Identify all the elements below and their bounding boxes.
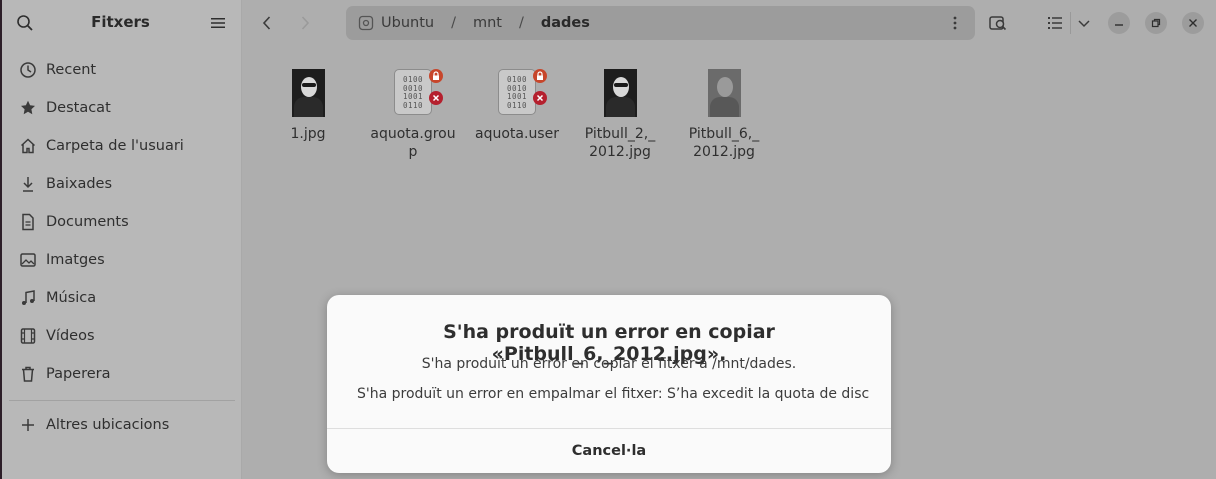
minimize-button[interactable] [1108,12,1130,34]
sidebar-item-videos[interactable]: Vídeos [0,317,241,355]
search-files-icon[interactable] [988,13,1008,33]
sidebar-other-locations-section: Altres ubicacions [0,406,241,444]
sidebar-item-other-locations[interactable]: Altres ubicacions [0,406,241,444]
file-item[interactable]: 0100 0010 1001 0110 aquota.user [467,69,567,143]
file-item[interactable]: 1.jpg [258,69,358,143]
app-title: Fitxers [91,13,150,31]
path-segment-mnt[interactable]: mnt [473,15,502,31]
dialog-message: S'ha produït un error en copiar el fitxe… [421,356,797,372]
plus-icon [19,416,37,434]
sidebar-item-home[interactable]: Carpeta de l'usuari [0,127,241,165]
sidebar-item-label: Baixades [46,176,113,192]
lock-icon [429,69,443,83]
image-thumbnail [699,69,749,119]
list-view-icon[interactable] [1045,13,1065,33]
path-segment-label: Ubuntu [381,15,435,31]
chevron-down-icon[interactable] [1074,13,1094,33]
file-name: Pitbull_6,_2012.jpg [688,126,760,160]
close-icon [1189,19,1197,27]
path-segment-label: mnt [472,15,502,31]
header-bar: Ubuntu / mnt / dades [242,0,1216,46]
sidebar-item-label: Paperera [46,366,111,382]
more-options-icon[interactable] [947,15,963,31]
restore-icon [1151,18,1161,28]
lock-icon [533,69,547,83]
sidebar: Fitxers Recent Destacat Carpeta de l'usu… [0,0,242,479]
file-name: 1.jpg [290,126,326,142]
path-segment-current[interactable]: dades [541,15,590,31]
path-segment-label: dades [540,15,590,31]
sidebar-places: Recent Destacat Carpeta de l'usuari Baix… [0,51,241,393]
sidebar-item-documents[interactable]: Documents [0,203,241,241]
path-separator: / [518,15,524,31]
video-icon [19,327,37,345]
file-item[interactable]: Pitbull_6,_2012.jpg [674,69,774,161]
sidebar-divider [9,400,235,401]
window-edge [0,0,2,479]
file-item[interactable]: Pitbull_2,_2012.jpg [570,69,670,161]
file-name: aquota.group [370,126,456,160]
back-icon[interactable] [257,13,277,33]
file-item[interactable]: 0100 0010 1001 0110 aquota.group [363,69,463,161]
file-manager-window: Fitxers Recent Destacat Carpeta de l'usu… [0,0,1216,479]
error-dialog: S'ha produït un error en copiar «Pitbull… [327,295,891,473]
path-segment-ubuntu[interactable]: Ubuntu [358,15,434,31]
restore-button[interactable] [1145,12,1167,34]
path-bar: Ubuntu / mnt / dades [346,6,975,40]
image-thumbnail [595,69,645,119]
document-icon [19,213,37,231]
clock-icon [19,61,37,79]
error-icon [429,91,443,105]
drive-icon [358,15,374,31]
star-icon [19,99,37,117]
sidebar-item-trash[interactable]: Paperera [0,355,241,393]
sidebar-item-pictures[interactable]: Imatges [0,241,241,279]
image-icon [19,251,37,269]
dialog-detail: S'ha produït un error en empalmar el fit… [357,386,870,402]
cancel-button[interactable]: Cancel·la [327,429,891,473]
sidebar-item-label: Documents [46,214,129,230]
home-icon [19,137,37,155]
sidebar-item-music[interactable]: Música [0,279,241,317]
sidebar-item-starred[interactable]: Destacat [0,89,241,127]
sidebar-item-label: Carpeta de l'usuari [46,138,184,154]
music-icon [19,289,37,307]
file-name: Pitbull_2,_2012.jpg [584,126,656,160]
trash-icon [19,365,37,383]
sidebar-item-downloads[interactable]: Baixades [0,165,241,203]
forward-icon[interactable] [295,13,315,33]
sidebar-item-label: Música [46,290,97,306]
sidebar-header: Fitxers [0,0,241,46]
path-separator: / [451,15,456,31]
sidebar-item-label: Destacat [46,100,111,116]
binary-file-icon: 0100 0010 1001 0110 [492,69,547,119]
download-icon [19,175,37,193]
error-icon [533,91,547,105]
binary-file-icon: 0100 0010 1001 0110 [388,69,443,119]
toolbar-divider [1070,12,1071,34]
sidebar-item-recent[interactable]: Recent [0,51,241,89]
sidebar-item-label: Recent [46,62,97,78]
file-name: aquota.user [475,126,559,142]
sidebar-item-label: Vídeos [46,328,95,344]
image-thumbnail [283,69,333,119]
close-button[interactable] [1182,12,1204,34]
sidebar-item-label: Altres ubicacions [46,417,170,433]
sidebar-item-label: Imatges [46,252,105,268]
main-menu-icon[interactable] [210,15,226,31]
minimize-icon [1115,24,1123,26]
